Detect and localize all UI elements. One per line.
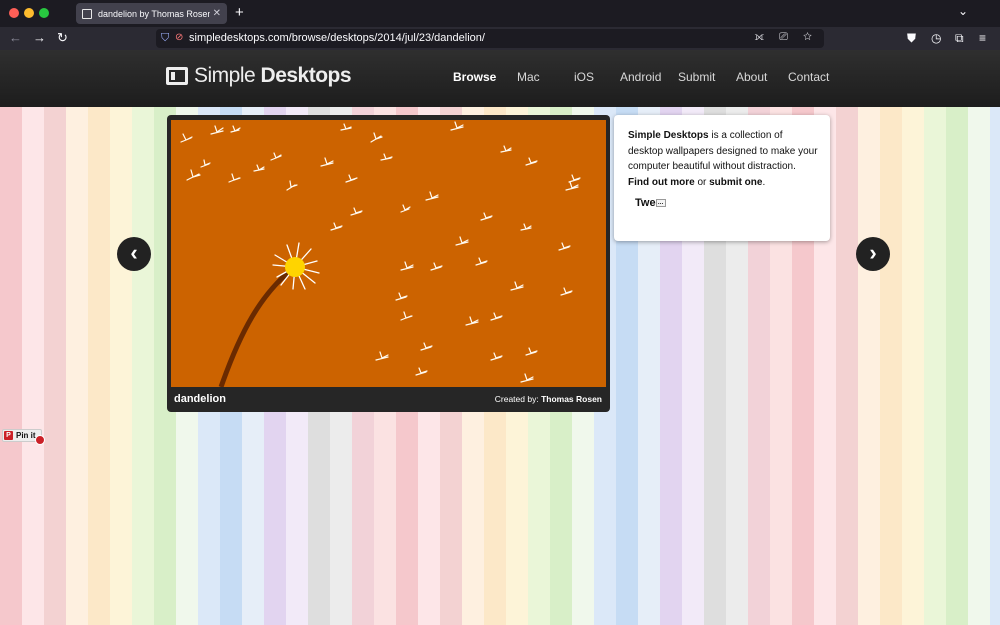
nav-about[interactable]: About xyxy=(736,70,767,84)
wallpaper-credit: Created by: Thomas Rosen xyxy=(494,394,602,404)
logo-text: Simple Desktops xyxy=(194,64,352,87)
shield-icon[interactable]: ⛉ xyxy=(161,32,169,45)
nav-mac[interactable]: Mac xyxy=(517,70,540,84)
page-background: Simple Desktops Browse Mac iOS Android S… xyxy=(0,50,1000,625)
forward-button[interactable]: → xyxy=(33,30,46,46)
wallpaper-preview[interactable] xyxy=(171,120,606,387)
pin-it-label: Pin it xyxy=(16,431,36,440)
submit-one-link[interactable]: submit one xyxy=(709,177,762,188)
pin-it-close-icon[interactable] xyxy=(35,435,45,445)
url-text[interactable]: simpledesktops.com/browse/desktops/2014/… xyxy=(189,32,485,44)
find-out-more-link[interactable]: Find out more xyxy=(628,177,695,188)
nav-browse[interactable]: Browse xyxy=(453,70,496,84)
extensions-icon[interactable]: ⧉ xyxy=(955,31,964,46)
wallpaper-title[interactable]: dandelion xyxy=(174,393,226,405)
close-window-button[interactable] xyxy=(9,8,19,18)
nav-android[interactable]: Android xyxy=(620,70,661,84)
site-description: Simple Desktops is a collection of deskt… xyxy=(628,130,818,188)
nav-ios[interactable]: iOS xyxy=(574,70,594,84)
nav-contact[interactable]: Contact xyxy=(788,70,829,84)
nav-submit[interactable]: Submit xyxy=(678,70,715,84)
tweet-button[interactable]: Twe… xyxy=(635,197,666,209)
dandelion-illustration xyxy=(180,121,581,387)
pocket-icon[interactable]: ⛊ xyxy=(907,31,916,46)
list-all-tabs-button[interactable]: ⌄ xyxy=(958,4,968,18)
author-link[interactable]: Thomas Rosen xyxy=(541,394,602,404)
history-icon[interactable]: ◷ xyxy=(931,31,941,45)
reload-button[interactable]: ↻ xyxy=(57,30,68,46)
minimize-window-button[interactable] xyxy=(24,8,34,18)
next-wallpaper-button[interactable]: › xyxy=(856,237,890,271)
address-bar[interactable]: ⛉ ⊘ simpledesktops.com/browse/desktops/2… xyxy=(156,29,824,48)
pinterest-icon: P xyxy=(4,431,13,440)
new-tab-button[interactable]: + xyxy=(235,4,244,22)
site-logo[interactable]: Simple Desktops xyxy=(166,64,352,88)
tweet-count-badge: … xyxy=(655,199,666,208)
previous-wallpaper-button[interactable]: ‹ xyxy=(117,237,151,271)
logo-icon xyxy=(166,67,188,85)
favicon-icon xyxy=(82,8,92,19)
browser-toolbar: ← → ↻ ⛉ ⊘ simpledesktops.com/browse/desk… xyxy=(0,27,1000,50)
insecure-lock-icon[interactable]: ⊘ xyxy=(175,32,183,43)
wallpaper-frame: dandelion Created by: Thomas Rosen xyxy=(167,115,610,412)
browser-tab-bar: dandelion by Thomas Rosen — Si ✕ + ⌄ xyxy=(0,0,1000,27)
menu-icon[interactable]: ≡ xyxy=(979,31,986,45)
back-button[interactable]: ← xyxy=(9,30,22,46)
browser-tab[interactable]: dandelion by Thomas Rosen — Si ✕ xyxy=(76,3,227,24)
info-box: Simple Desktops is a collection of deskt… xyxy=(614,115,830,241)
site-header: Simple Desktops Browse Mac iOS Android S… xyxy=(0,50,1000,107)
tab-title: dandelion by Thomas Rosen — Si xyxy=(98,8,210,19)
tab-close-icon[interactable]: ✕ xyxy=(213,8,221,19)
maximize-window-button[interactable] xyxy=(39,8,49,18)
address-bar-actions-icon[interactable]: ⟗ ⎚ ☆ xyxy=(754,31,818,44)
